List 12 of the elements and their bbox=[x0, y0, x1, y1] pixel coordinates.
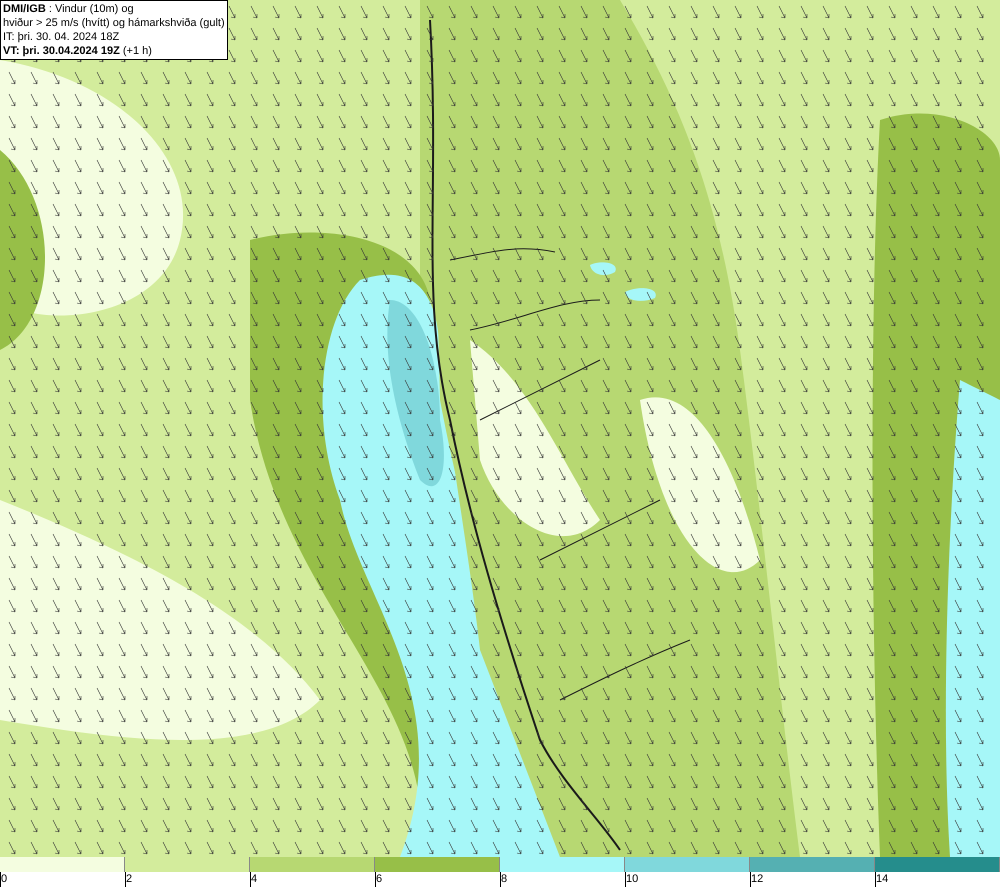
legend-tick-label: 0 bbox=[1, 872, 8, 887]
legend-tick-label: 10 bbox=[626, 872, 640, 887]
legend-tick-label: 2 bbox=[126, 872, 134, 887]
legend-tick-label: 6 bbox=[376, 872, 384, 887]
legend-tick-label: 14 bbox=[876, 872, 890, 887]
header-text: DMI/IGB : Vindur (10m) og bbox=[3, 2, 135, 16]
header-text: hviður > 25 m/s (hvítt) og hámarkshviða (gult) bbox=[3, 16, 225, 30]
legend-tick-label: 8 bbox=[501, 872, 508, 887]
header-text: IT: þri. 30. 04. 2024 18Z bbox=[3, 30, 120, 44]
legend-tick-label: 4 bbox=[251, 872, 258, 887]
legend-tick-label: 12 bbox=[751, 872, 764, 887]
header-text: VT: þri. 30.04.2024 19Z (+1 h) bbox=[3, 44, 153, 58]
